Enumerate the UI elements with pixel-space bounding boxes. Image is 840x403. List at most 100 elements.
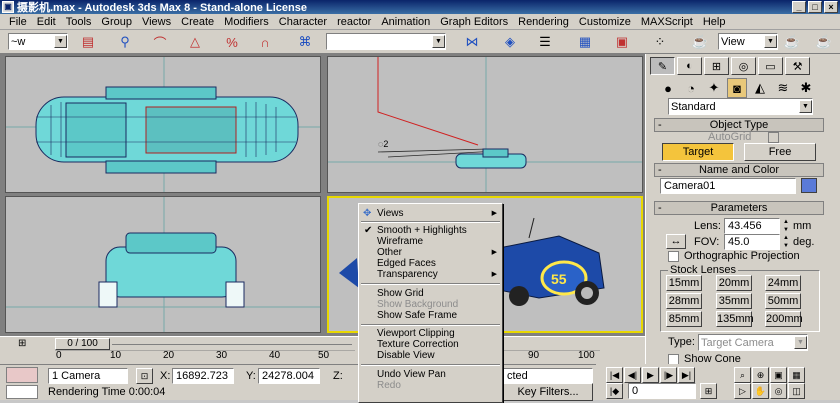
orthographic-checkbox[interactable] (668, 251, 679, 262)
lens-input[interactable]: 43.456 (724, 218, 780, 234)
cameras-icon[interactable]: ◙ (727, 78, 747, 98)
systems-icon[interactable]: ✱ (796, 78, 816, 98)
modify-tab-icon[interactable]: ◐ (677, 57, 702, 75)
spacewarps-icon[interactable]: ≋ (773, 78, 793, 98)
edit-named-selection-icon[interactable]: ⌘ (295, 33, 315, 51)
camera-type-dropdown[interactable]: Target Camera ▼ (698, 334, 808, 351)
menu-item-show-grid[interactable]: Show Grid (359, 288, 502, 299)
quick-render-icon[interactable]: ☕ (782, 33, 802, 51)
target-camera-button[interactable]: Target (662, 143, 734, 161)
shapes-icon[interactable]: ◔ (681, 78, 701, 98)
time-slider-thumb[interactable]: 0 / 100 (55, 338, 110, 350)
render-scene-icon[interactable]: ☕ (690, 33, 710, 51)
autogrid-checkbox[interactable] (768, 132, 779, 143)
track-bar[interactable]: 0 10 20 30 40 50 90 100 (0, 350, 645, 364)
name-color-rollout-header[interactable]: - Name and Color (654, 163, 824, 177)
menu-reactor[interactable]: reactor (332, 16, 376, 28)
menu-tools[interactable]: Tools (61, 16, 97, 28)
menu-rendering[interactable]: Rendering (513, 16, 574, 28)
free-camera-button[interactable]: Free (744, 143, 816, 161)
time-slider[interactable]: ⊞ 0 / 100 (0, 336, 645, 350)
next-frame-icon[interactable]: |▶ (660, 367, 677, 383)
orbit-icon[interactable]: ◎ (770, 383, 787, 399)
menu-animation[interactable]: Animation (376, 16, 435, 28)
menu-item-undo-view-pan[interactable]: Undo View Pan (359, 369, 502, 380)
lock-selection-icon[interactable]: ⊡ (136, 368, 153, 384)
select-link-icon[interactable]: ⚲ (115, 33, 135, 51)
menu-edit[interactable]: Edit (32, 16, 61, 28)
maximize-viewport-icon[interactable]: ◫ (788, 383, 805, 399)
menu-item-disable-view[interactable]: Disable View (359, 350, 502, 361)
zoom-all-icon[interactable]: ⊕ (752, 367, 769, 383)
go-to-start-icon[interactable]: |◀ (606, 367, 623, 383)
object-color-swatch[interactable] (801, 178, 817, 193)
lens-spinner[interactable]: ▲ ▼ (782, 218, 790, 234)
maxscript-listener[interactable] (6, 367, 38, 383)
menu-item-wireframe[interactable]: Wireframe (359, 236, 502, 247)
helpers-icon[interactable]: ◭ (750, 78, 770, 98)
curve-editor-icon[interactable]: ▦ (575, 33, 595, 51)
zoom-extents-icon[interactable]: ▣ (770, 367, 787, 383)
selection-filter-dropdown[interactable]: ~w ▼ (8, 33, 68, 50)
fov-input[interactable]: 45.0 (724, 234, 780, 250)
close-button[interactable]: × (824, 1, 838, 13)
lens-15mm-button[interactable]: 15mm (666, 275, 702, 291)
menu-item-edged-faces[interactable]: Edged Faces (359, 258, 502, 269)
lens-135mm-button[interactable]: 135mm (716, 311, 754, 327)
menu-help[interactable]: Help (698, 16, 731, 28)
render-last-icon[interactable]: ☕ (814, 33, 834, 51)
zoom-icon[interactable]: ⌕ (734, 367, 751, 383)
ref-coord-dropdown[interactable]: View ▼ (718, 33, 778, 50)
menu-file[interactable]: File (4, 16, 32, 28)
lens-28mm-button[interactable]: 28mm (666, 293, 702, 309)
viewport-front[interactable]: ◌2 (327, 56, 643, 193)
angle-snap-icon[interactable]: △ (185, 33, 205, 51)
schematic-view-icon[interactable]: ▣ (612, 33, 632, 51)
material-editor-icon[interactable]: ⁘ (650, 33, 670, 51)
lens-200mm-button[interactable]: 200mm (765, 311, 803, 327)
pan-view-icon[interactable]: ✋ (752, 383, 769, 399)
menu-item-show-safe-frame[interactable]: Show Safe Frame (359, 310, 502, 321)
mirror-icon[interactable]: ⋈ (462, 33, 482, 51)
fov-direction-icon[interactable]: ↔ (666, 234, 686, 249)
menu-item-views[interactable]: ✥ Views ▶ (359, 208, 502, 219)
fov-spinner[interactable]: ▲ ▼ (782, 234, 790, 250)
menu-modifiers[interactable]: Modifiers (219, 16, 274, 28)
lens-20mm-button[interactable]: 20mm (716, 275, 752, 291)
hierarchy-tab-icon[interactable]: ⊞ (704, 57, 729, 75)
app-icon[interactable]: ▣ (2, 1, 14, 13)
lens-50mm-button[interactable]: 50mm (765, 293, 801, 309)
maximize-button[interactable]: □ (808, 1, 822, 13)
time-config-icon[interactable]: ⊞ (18, 338, 26, 349)
motion-tab-icon[interactable]: ◎ (731, 57, 756, 75)
menu-maxscript[interactable]: MAXScript (636, 16, 698, 28)
time-configuration-icon[interactable]: ⊞ (700, 383, 717, 399)
maxscript-input[interactable] (6, 385, 38, 399)
menu-item-other[interactable]: Other ▶ (359, 247, 502, 258)
play-icon[interactable]: ▶ (642, 367, 659, 383)
menu-item-smooth-highlights[interactable]: ✔ Smooth + Highlights (359, 225, 502, 236)
key-mode-field[interactable]: cted (503, 368, 593, 384)
menu-item-transparency[interactable]: Transparency ▶ (359, 269, 502, 280)
spinner-snap-icon[interactable]: ∩ (255, 33, 275, 51)
x-coordinate[interactable]: 16892.723 (172, 368, 234, 384)
viewport-left[interactable] (5, 196, 321, 333)
percent-snap-icon[interactable]: % (222, 33, 242, 51)
object-name-field[interactable]: Camera01 (660, 178, 796, 194)
parameters-rollout-header[interactable]: - Parameters (654, 201, 824, 215)
viewport-top[interactable] (5, 56, 321, 193)
menu-create[interactable]: Create (176, 16, 219, 28)
menu-character[interactable]: Character (274, 16, 332, 28)
object-type-rollout-header[interactable]: - Object Type (654, 118, 824, 132)
geometry-icon[interactable]: ● (658, 78, 678, 98)
menu-customize[interactable]: Customize (574, 16, 636, 28)
display-tab-icon[interactable]: ▭ (758, 57, 783, 75)
menu-group[interactable]: Group (96, 16, 137, 28)
minimize-button[interactable]: _ (792, 1, 806, 13)
lens-35mm-button[interactable]: 35mm (716, 293, 752, 309)
lens-85mm-button[interactable]: 85mm (666, 311, 702, 327)
go-to-end-icon[interactable]: ▶| (678, 367, 695, 383)
menu-graph-editors[interactable]: Graph Editors (435, 16, 513, 28)
named-selection-dropdown[interactable]: ▼ (326, 33, 446, 50)
lights-icon[interactable]: ✦ (704, 78, 724, 98)
